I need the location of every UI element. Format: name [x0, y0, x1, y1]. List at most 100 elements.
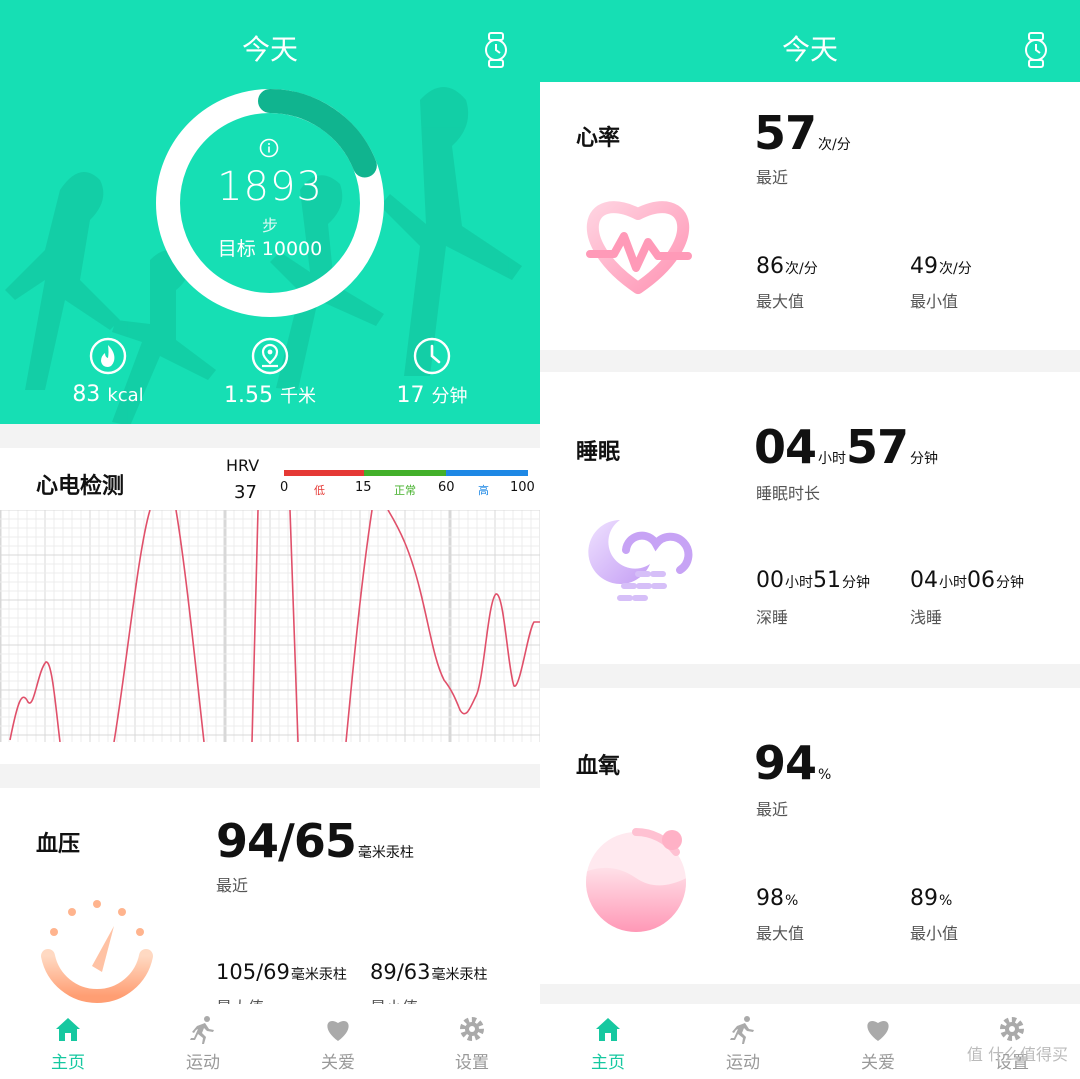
distance-stat: 1.55 千米 — [200, 336, 340, 408]
bp-min-value: 89/63 — [370, 960, 431, 984]
running-icon — [190, 1016, 214, 1044]
hrv-tick: 60 — [438, 480, 455, 495]
watch-icon[interactable] — [1024, 32, 1048, 68]
hr-max-label: 最大值 — [756, 292, 805, 311]
spo2-min-label: 最小值 — [910, 924, 959, 943]
deep-m-unit: 分钟 — [842, 575, 870, 591]
spo2-max: 98% — [756, 886, 798, 911]
heart-icon — [327, 1021, 349, 1041]
spo2-latest-label: 最近 — [756, 800, 789, 819]
hrv-tick: 100 — [510, 480, 535, 495]
home-icon — [596, 1018, 620, 1041]
deep-sleep: 00小时51分钟 — [756, 568, 870, 593]
hrv-tick-low: 低 — [314, 484, 325, 497]
ecg-title: 心电检测 — [36, 474, 125, 499]
tab-label: 关爱 — [321, 1053, 355, 1073]
heartbeat-icon — [586, 201, 692, 294]
hrv-high-segment — [446, 470, 528, 476]
bottom-tab-bar: 主页 运动 关爱 设置 — [0, 1004, 540, 1079]
hr-latest-label: 最近 — [756, 168, 789, 187]
tab-label: 运动 — [186, 1053, 220, 1073]
hrv-label: HRV — [226, 456, 260, 475]
sleep-card[interactable]: 睡眠 04 小时57 分钟 睡眠时长 00小时51分钟 04小时06分钟 深睡 浅睡 — [540, 372, 1080, 664]
tab-care[interactable]: 关爱 — [288, 1014, 388, 1073]
gear-icon — [1000, 1017, 1024, 1041]
hr-min-value: 49 — [910, 254, 938, 279]
light-m-unit: 分钟 — [996, 575, 1024, 591]
step-unit: 步 — [261, 216, 278, 235]
heart-rate-latest: 57 次/分 — [754, 106, 851, 160]
step-goal: 目标 10000 — [217, 238, 323, 260]
spo2-latest: 94% — [754, 736, 831, 790]
info-icon[interactable] — [259, 138, 279, 158]
tab-label: 主页 — [51, 1053, 85, 1073]
hrv-tick-high: 高 — [478, 484, 489, 497]
bp-latest-label: 最近 — [216, 876, 249, 895]
sleep-duration: 04 小时57 分钟 — [754, 420, 938, 474]
tab-label: 关爱 — [861, 1053, 895, 1073]
sleep-minutes-unit: 分钟 — [910, 451, 939, 467]
hrv-normal-segment — [364, 470, 446, 476]
bp-min: 89/63毫米汞柱 — [370, 960, 488, 984]
spo2-value: 94 — [754, 736, 817, 790]
deep-minutes: 51 — [813, 568, 841, 593]
bp-max: 105/69毫米汞柱 — [216, 960, 347, 984]
home-screen-health: 今天 心率 57 次/分 最近 86次/分 49次/分 最大值 最小值 睡眠 0… — [540, 0, 1080, 1079]
page-title: 今天 — [241, 33, 298, 66]
location-pin-icon — [251, 337, 289, 375]
light-sleep: 04小时06分钟 — [910, 568, 1024, 593]
tab-care[interactable]: 关爱 — [828, 1014, 928, 1073]
tab-settings[interactable]: 设置 — [422, 1014, 522, 1073]
section-divider — [0, 764, 540, 788]
spo2-max-unit: % — [785, 893, 799, 909]
step-progress-ring[interactable]: 1893 步 目标 10000 — [155, 88, 385, 318]
hr-min: 49次/分 — [910, 254, 972, 279]
duration-stat: 17 分钟 — [362, 336, 502, 408]
sleep-title: 睡眠 — [576, 440, 621, 465]
step-count: 1893 — [217, 164, 323, 210]
spo2-unit: % — [818, 767, 832, 783]
tab-label: 运动 — [726, 1053, 760, 1073]
ecg-waveform-chart — [0, 510, 540, 742]
watch-icon[interactable] — [484, 32, 508, 68]
blood-oxygen-title: 血氧 — [576, 754, 621, 779]
duration-value: 17 — [396, 383, 425, 408]
hr-max-value: 86 — [756, 254, 784, 279]
duration-unit: 分钟 — [431, 386, 468, 407]
section-divider — [0, 424, 540, 448]
ecg-card[interactable]: 心电检测 HRV 37 0 低 15 正常 60 高 100 — [0, 448, 540, 764]
sleep-duration-label: 睡眠时长 — [756, 484, 821, 503]
calories-unit: kcal — [107, 385, 144, 406]
hrv-low-segment — [284, 470, 364, 476]
tab-label: 主页 — [591, 1053, 625, 1073]
hrv-scale-ticks: 0 低 15 正常 60 高 100 — [270, 480, 540, 498]
hr-unit: 次/分 — [818, 137, 851, 153]
blood-pressure-latest: 94/65 毫米汞柱 — [216, 814, 414, 868]
tab-exercise[interactable]: 运动 — [693, 1014, 793, 1073]
heart-rate-card[interactable]: 心率 57 次/分 最近 86次/分 49次/分 最大值 最小值 — [540, 82, 1080, 350]
hrv-tick: 15 — [355, 480, 372, 495]
calories-stat: 83 kcal — [38, 336, 178, 407]
distance-value: 1.55 — [224, 383, 273, 408]
hrv-tick-normal: 正常 — [394, 484, 416, 497]
tab-home[interactable]: 主页 — [18, 1014, 118, 1073]
moon-cloud-icon — [588, 520, 693, 601]
hr-max: 86次/分 — [756, 254, 818, 279]
hrv-value: 37 — [234, 482, 257, 503]
bp-max-unit: 毫米汞柱 — [290, 967, 347, 983]
spo2-min-value: 89 — [910, 886, 938, 911]
clock-icon — [413, 337, 451, 375]
deep-h-unit: 小时 — [785, 575, 813, 591]
sleep-hours: 04 — [754, 420, 817, 474]
deep-sleep-label: 深睡 — [756, 608, 789, 627]
tab-home[interactable]: 主页 — [558, 1014, 658, 1073]
hrv-scale-bar — [284, 470, 528, 476]
hrv-tick: 0 — [280, 480, 289, 495]
blood-pressure-card[interactable]: 血压 94/65毫米汞柱 最近 105/69毫米汞柱 89/63毫米汞柱 最大值… — [0, 788, 540, 1004]
spo2-max-value: 98 — [756, 886, 784, 911]
blood-oxygen-card[interactable]: 血氧 94% 最近 98% 89% 最大值 最小值 — [540, 688, 1080, 984]
light-sleep-label: 浅睡 — [910, 608, 943, 627]
bp-unit: 毫米汞柱 — [357, 845, 414, 861]
tab-label: 设置 — [455, 1053, 489, 1073]
tab-exercise[interactable]: 运动 — [153, 1014, 253, 1073]
